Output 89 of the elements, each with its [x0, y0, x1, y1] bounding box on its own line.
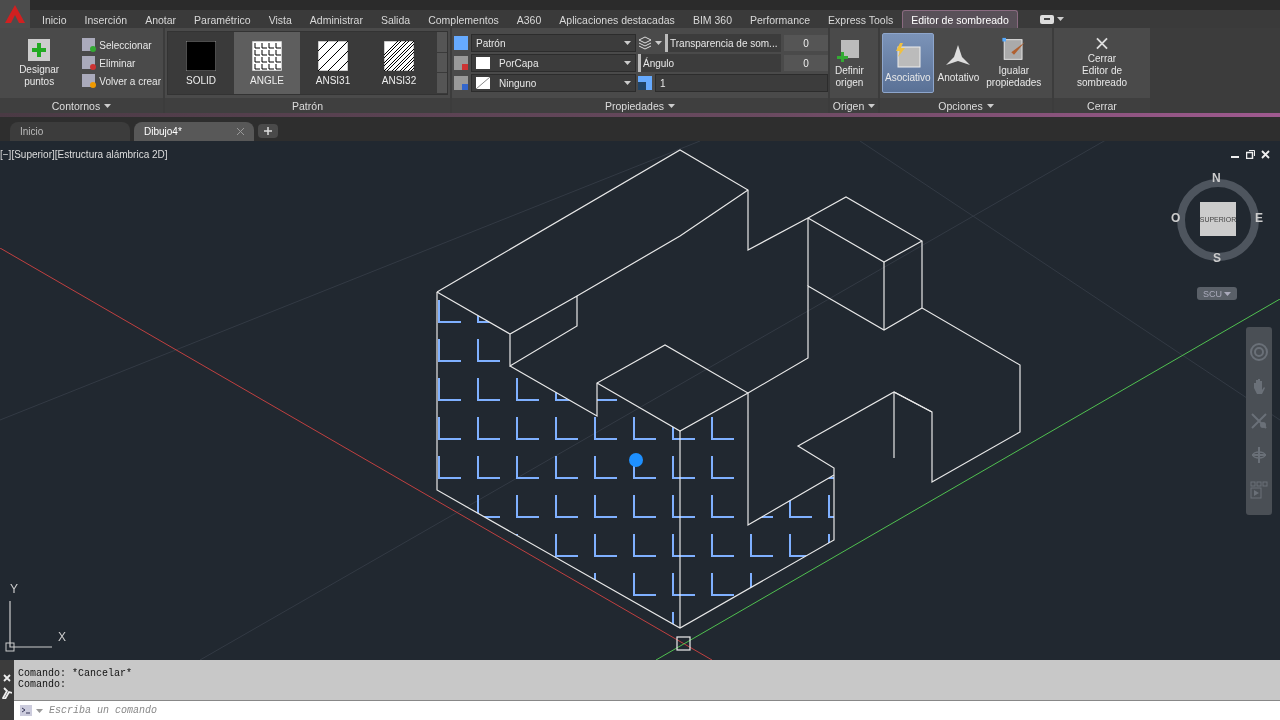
hatch-swatch-icon: [186, 40, 216, 71]
hatch-swatch-icon: [318, 40, 348, 71]
pattern-swatch[interactable]: SOLID: [168, 32, 234, 94]
hatch-lightning-icon: [893, 42, 922, 69]
ribbon-tab[interactable]: Inicio: [33, 10, 76, 28]
document-tab[interactable]: Dibujo4*: [134, 122, 254, 141]
x-axis-label: X: [58, 630, 66, 644]
panel-title: Cerrar: [1054, 98, 1150, 113]
hatch-swatch-icon: [252, 40, 282, 71]
app-logo-icon: [5, 5, 25, 23]
panel-title[interactable]: Origen: [830, 98, 878, 113]
restore-icon[interactable]: [1246, 150, 1255, 159]
hatch-type-icon: [454, 36, 468, 50]
command-history-line: Comando:: [18, 679, 67, 690]
hatch-type-dropdown[interactable]: Patrón: [471, 34, 636, 52]
command-history-line: Comando: *Cancelar*: [18, 668, 134, 679]
prompt-icon[interactable]: [20, 705, 32, 716]
angle-label: Ángulo: [638, 54, 781, 72]
ribbon-tab[interactable]: Salida: [371, 10, 420, 28]
ribbon-tab[interactable]: BIM 360: [683, 10, 741, 28]
angle-value[interactable]: 0: [784, 55, 828, 71]
caret-icon: [868, 103, 876, 108]
boundary-icon: [82, 56, 97, 70]
pattern-swatch[interactable]: ANGLE: [234, 32, 300, 94]
panel-title: Patrón: [165, 98, 450, 113]
caret-icon: [1056, 17, 1064, 21]
panel-title[interactable]: Contornos: [0, 98, 163, 113]
designar-puntos-button[interactable]: Designar puntos: [2, 33, 77, 93]
caret-icon: [668, 103, 675, 108]
document-tab[interactable]: Inicio: [10, 122, 130, 141]
ribbon-tab[interactable]: Vista: [259, 10, 301, 28]
background-color-icon: [454, 76, 468, 90]
definir-origen-button[interactable]: Definir origen: [832, 33, 867, 93]
caret-icon: [986, 103, 994, 108]
hatch-swatch-icon: [384, 40, 414, 71]
pattern-swatch[interactable]: ANSI31: [300, 32, 366, 94]
ribbon-tab[interactable]: Performance: [741, 10, 820, 28]
scale-icon: [638, 76, 652, 90]
layers-icon[interactable]: [638, 36, 652, 50]
option-button[interactable]: Asociativo: [882, 33, 934, 93]
panel-title[interactable]: Opciones: [880, 98, 1052, 113]
ribbon-tab[interactable]: Editor de sombreado: [902, 10, 1018, 28]
match-brush-icon: [999, 37, 1028, 62]
plus-icon: [264, 127, 272, 135]
ribbon-tab[interactable]: A360: [507, 10, 551, 28]
compass-north[interactable]: N: [1212, 171, 1221, 185]
ribbon-tab[interactable]: Paramétrico: [185, 10, 260, 28]
boundary-button[interactable]: Eliminar: [82, 56, 161, 70]
transparency-label: Transparencia de som...: [665, 34, 781, 52]
close-editor-button[interactable]: Cerrar Editor de sombreado: [1056, 33, 1148, 93]
panel-title[interactable]: Propiedades: [452, 98, 828, 113]
boundary-icon: [82, 38, 97, 52]
gallery-scrollbar[interactable]: [437, 32, 447, 94]
background-color-dropdown[interactable]: Ninguno: [471, 74, 636, 92]
boundary-button[interactable]: Seleccionar: [82, 38, 161, 52]
command-input[interactable]: Escriba un comando: [47, 704, 1280, 717]
compass-south[interactable]: S: [1213, 251, 1221, 265]
scale-field[interactable]: 1: [655, 74, 828, 92]
y-axis-label: Y: [10, 582, 18, 596]
hatch-color-icon: [454, 56, 468, 70]
no-color-swatch-icon: [476, 77, 490, 89]
ribbon-tab[interactable]: Complementos: [419, 10, 508, 28]
add-icon: [28, 38, 51, 61]
caret-icon: [104, 103, 112, 108]
caret-icon: [36, 708, 43, 713]
ribbon-tab[interactable]: Administrar: [300, 10, 372, 28]
boundary-button[interactable]: Volver a crear: [82, 74, 161, 88]
compass-east[interactable]: E: [1255, 211, 1263, 225]
caret-icon: [624, 41, 631, 45]
boundary-icon: [82, 74, 97, 88]
ribbon-tab[interactable]: Aplicaciones destacadas: [550, 10, 684, 28]
option-button[interactable]: Igualar propiedades: [983, 33, 1045, 93]
new-tab-button[interactable]: [258, 124, 278, 138]
panel-toggle-icon[interactable]: [1039, 14, 1054, 24]
caret-icon: [624, 61, 631, 65]
compass-west[interactable]: O: [1171, 211, 1181, 225]
caret-icon: [1224, 291, 1231, 296]
color-swatch-icon: [476, 57, 490, 69]
wrench-icon[interactable]: [2, 687, 12, 699]
ribbon-tab[interactable]: Express Tools: [819, 10, 903, 28]
viewport-controls[interactable]: [−][Superior][Estructura alámbrica 2D]: [0, 149, 168, 160]
transparency-value[interactable]: 0: [784, 35, 828, 51]
caret-icon: [624, 81, 631, 85]
ribbon-tab[interactable]: Inserción: [75, 10, 137, 28]
option-button[interactable]: Anotativo: [934, 33, 983, 93]
caret-icon: [655, 41, 662, 45]
hatch-color-dropdown[interactable]: PorCapa: [471, 54, 636, 72]
ribbon-tab[interactable]: Anotar: [136, 10, 186, 28]
origin-icon: [837, 37, 862, 62]
